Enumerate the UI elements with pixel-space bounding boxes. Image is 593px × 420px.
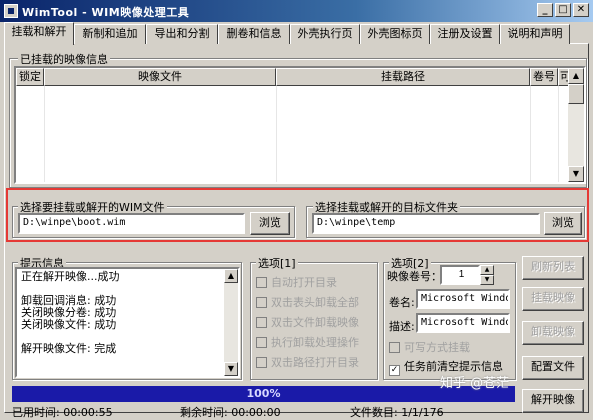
window-title: WimTool - WIM映像处理工具 bbox=[22, 6, 190, 19]
checkbox-icon bbox=[256, 297, 267, 308]
maximize-icon[interactable]: □ bbox=[555, 3, 571, 17]
checkbox-icon bbox=[256, 277, 267, 288]
wim-browse-button[interactable]: 浏览 bbox=[250, 212, 290, 235]
info-textarea[interactable]: 正在解开映像...成功 卸载回调消息: 成功 关闭映像分卷: 成功 关闭映像文件… bbox=[15, 267, 240, 378]
title-bar: WimTool - WIM映像处理工具 _ □ ✕ bbox=[0, 0, 593, 22]
unmount-image-button[interactable]: 卸载映像 bbox=[522, 321, 584, 345]
column-header-volume[interactable]: 卷号 bbox=[530, 68, 558, 86]
target-folder-input[interactable]: D:\winpe\temp bbox=[312, 213, 540, 234]
column-header-lock[interactable]: 锁定 bbox=[16, 68, 44, 86]
checkbox-icon bbox=[256, 337, 267, 348]
tab-register-settings[interactable]: 注册及设置 bbox=[430, 24, 500, 44]
tab-export-split[interactable]: 导出和分割 bbox=[146, 24, 218, 44]
list-scrollbar[interactable]: ▲ ▼ bbox=[568, 68, 584, 182]
app-icon bbox=[4, 4, 18, 18]
column-header-image-file[interactable]: 映像文件 bbox=[44, 68, 276, 86]
checkbox-icon bbox=[256, 317, 267, 328]
desc-input[interactable]: Microsoft Windo bbox=[416, 313, 510, 333]
refresh-list-button[interactable]: 刷新列表 bbox=[522, 256, 584, 280]
file-count: 文件数目: 1/1/176 bbox=[350, 406, 444, 419]
remaining-time: 剩余时间: 00:00:00 bbox=[180, 406, 281, 419]
info-scroll-up-icon[interactable]: ▲ bbox=[224, 269, 238, 283]
name-input[interactable]: Microsoft Windo bbox=[416, 289, 510, 309]
option-path-open-dir[interactable]: 双击路径打开目录 bbox=[256, 354, 359, 370]
mounted-images-list[interactable]: 锁定 映像文件 挂载路径 卷号 可写 ▲ ▼ bbox=[14, 66, 586, 184]
volume-input[interactable]: 1 bbox=[440, 265, 480, 285]
tab-shell-exec[interactable]: 外壳执行页 bbox=[290, 24, 360, 44]
tab-create-append[interactable]: 新制和追加 bbox=[74, 24, 146, 44]
elapsed-time: 已用时间: 00:00:55 bbox=[12, 406, 113, 419]
column-header-mount-path[interactable]: 挂载路径 bbox=[276, 68, 530, 86]
option-run-unmount[interactable]: 执行卸载处理操作 bbox=[256, 334, 359, 350]
tab-delete-info[interactable]: 删卷和信息 bbox=[218, 24, 290, 44]
option-file-unmount[interactable]: 双击文件卸载映像 bbox=[256, 314, 359, 330]
progress-text: 100% bbox=[246, 387, 281, 400]
option-auto-open-dir[interactable]: 自动打开目录 bbox=[256, 274, 337, 290]
tab-help-statement[interactable]: 说明和声明 bbox=[500, 24, 570, 44]
options1-label: 选项[1] bbox=[256, 255, 298, 271]
checkbox-icon bbox=[389, 342, 400, 353]
info-scroll-down-icon[interactable]: ▼ bbox=[224, 362, 238, 376]
spin-up-icon[interactable]: ▲ bbox=[480, 265, 494, 275]
option-writable-mount[interactable]: 可写方式挂载 bbox=[389, 339, 470, 355]
scroll-down-icon[interactable]: ▼ bbox=[568, 166, 584, 182]
config-file-button[interactable]: 配置文件 bbox=[522, 356, 584, 380]
tab-mount-extract[interactable]: 挂载和解开 bbox=[4, 22, 74, 45]
volume-label: 映像卷号： bbox=[387, 270, 442, 283]
tab-shell-icon[interactable]: 外壳图标页 bbox=[360, 24, 430, 44]
checkbox-icon bbox=[256, 357, 267, 368]
volume-spinner[interactable]: ▲ ▼ bbox=[480, 265, 494, 285]
close-icon[interactable]: ✕ bbox=[573, 3, 589, 17]
minimize-icon[interactable]: _ bbox=[537, 3, 553, 17]
extract-image-button[interactable]: 解开映像 bbox=[522, 389, 584, 413]
info-scrollbar[interactable]: ▲ ▼ bbox=[224, 269, 238, 376]
scroll-thumb[interactable] bbox=[568, 84, 584, 104]
option-header-unmount-all[interactable]: 双击表头卸载全部 bbox=[256, 294, 359, 310]
name-label: 卷名: bbox=[389, 296, 415, 309]
wim-file-input[interactable]: D:\winpe\boot.wim bbox=[18, 213, 245, 234]
mounted-images-label: 已挂载的映像信息 bbox=[18, 51, 110, 67]
watermark-text: 知乎 @苍茫 bbox=[440, 376, 510, 391]
spin-down-icon[interactable]: ▼ bbox=[480, 275, 494, 285]
scroll-up-icon[interactable]: ▲ bbox=[568, 68, 584, 84]
check-icon: ✓ bbox=[389, 365, 400, 376]
desc-label: 描述: bbox=[389, 320, 415, 333]
mount-image-button[interactable]: 挂载映像 bbox=[522, 287, 584, 311]
target-browse-button[interactable]: 浏览 bbox=[544, 212, 582, 235]
